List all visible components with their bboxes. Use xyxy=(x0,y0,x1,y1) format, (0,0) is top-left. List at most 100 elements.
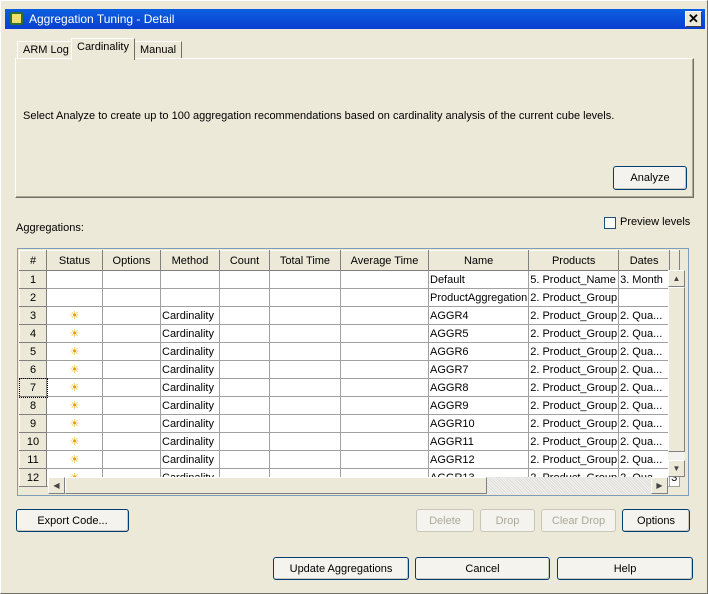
table-cell[interactable] xyxy=(269,342,341,361)
table-cell[interactable]: Default xyxy=(427,270,530,289)
table-cell[interactable] xyxy=(340,360,429,379)
table-cell[interactable] xyxy=(102,378,161,397)
table-cell[interactable]: Cardinality xyxy=(160,432,220,451)
table-cell[interactable] xyxy=(219,414,270,433)
column-header[interactable]: Products xyxy=(528,250,620,271)
column-header[interactable]: Dates xyxy=(618,250,671,271)
close-button[interactable]: ✕ xyxy=(685,11,702,27)
table-cell[interactable] xyxy=(102,288,161,307)
table-cell[interactable]: 2. Qua... xyxy=(618,342,671,361)
column-header[interactable] xyxy=(669,250,681,271)
scroll-up-icon[interactable]: ▲ xyxy=(668,270,685,287)
table-row[interactable]: 9 ☀ Cardinality AGGR10 2. Product_Group 2. Qu… xyxy=(19,414,681,433)
table-cell[interactable] xyxy=(219,360,270,379)
row-header[interactable]: 6 xyxy=(19,360,47,379)
table-cell[interactable] xyxy=(102,360,161,379)
sun-icon[interactable]: ☀ xyxy=(46,432,103,451)
table-cell[interactable]: 2. Qua... xyxy=(618,396,671,415)
table-cell[interactable] xyxy=(102,270,161,289)
table-cell[interactable] xyxy=(340,414,429,433)
column-header[interactable]: Method xyxy=(160,250,220,271)
table-cell[interactable] xyxy=(102,450,161,469)
vertical-scrollbar[interactable]: ▲ ▼ xyxy=(668,270,685,477)
horizontal-scrollbar[interactable]: ◀ ▶ xyxy=(48,477,668,494)
table-cell[interactable]: 2. Product_Group xyxy=(528,378,620,397)
table-cell[interactable] xyxy=(269,378,341,397)
table-cell[interactable]: 2. Product_Group xyxy=(528,306,620,325)
table-cell[interactable] xyxy=(340,378,429,397)
table-cell[interactable] xyxy=(102,414,161,433)
table-cell[interactable] xyxy=(102,324,161,343)
row-header[interactable]: 9 xyxy=(19,414,47,433)
table-cell[interactable] xyxy=(340,288,429,307)
drop-button[interactable]: Drop xyxy=(480,509,535,532)
table-cell[interactable]: Cardinality xyxy=(160,396,220,415)
column-header[interactable]: Name xyxy=(427,250,530,271)
table-cell[interactable]: AGGR7 xyxy=(427,360,530,379)
table-cell[interactable] xyxy=(340,306,429,325)
table-cell[interactable] xyxy=(102,306,161,325)
delete-button[interactable]: Delete xyxy=(416,509,474,532)
column-header[interactable]: Count xyxy=(219,250,270,271)
table-cell[interactable] xyxy=(618,288,671,307)
column-header[interactable]: Status xyxy=(46,250,103,271)
table-cell[interactable]: AGGR5 xyxy=(427,324,530,343)
table-cell[interactable]: 5. Product_Name xyxy=(528,270,620,289)
table-cell[interactable] xyxy=(269,306,341,325)
status-cell[interactable] xyxy=(46,270,103,289)
table-cell[interactable] xyxy=(219,324,270,343)
table-cell[interactable]: AGGR10 xyxy=(427,414,530,433)
table-cell[interactable]: AGGR9 xyxy=(427,396,530,415)
table-cell[interactable]: AGGR12 xyxy=(427,450,530,469)
table-row[interactable]: 8 ☀ Cardinality AGGR9 2. Product_Group 2. Qua… xyxy=(19,396,681,415)
aggregations-grid[interactable]: # Status Options Method Count Total Time Avera… xyxy=(17,248,689,496)
row-header[interactable]: 12 xyxy=(19,468,47,487)
options-button[interactable]: Options xyxy=(622,509,690,532)
column-header[interactable]: # xyxy=(19,250,47,271)
sun-icon[interactable]: ☀ xyxy=(46,306,103,325)
table-cell[interactable] xyxy=(340,324,429,343)
table-cell[interactable]: 2. Qua... xyxy=(618,360,671,379)
table-row[interactable]: 6 ☀ Cardinality AGGR7 2. Product_Group 2. Qua… xyxy=(19,360,681,379)
tab-manual[interactable]: Manual xyxy=(134,41,183,59)
row-header[interactable]: 2 xyxy=(19,288,47,307)
table-cell[interactable] xyxy=(269,270,341,289)
table-cell[interactable] xyxy=(219,288,270,307)
table-cell[interactable]: AGGR6 xyxy=(427,342,530,361)
clear-drop-button[interactable]: Clear Drop xyxy=(541,509,616,532)
table-cell[interactable] xyxy=(160,288,220,307)
column-header[interactable]: Total Time xyxy=(269,250,341,271)
table-cell[interactable] xyxy=(269,324,341,343)
table-cell[interactable]: 2. Product_Group xyxy=(528,396,620,415)
help-button[interactable]: Help xyxy=(557,557,693,580)
sun-icon[interactable]: ☀ xyxy=(46,342,103,361)
table-cell[interactable]: 2. Qua... xyxy=(618,324,671,343)
sun-icon[interactable]: ☀ xyxy=(46,450,103,469)
table-cell[interactable]: Cardinality xyxy=(160,360,220,379)
table-cell[interactable] xyxy=(219,432,270,451)
table-cell[interactable] xyxy=(269,432,341,451)
table-row[interactable]: 10 ☀ Cardinality AGGR11 2. Product_Group 2. Q… xyxy=(19,432,681,451)
analyze-button[interactable]: Analyze xyxy=(613,166,687,190)
cancel-button[interactable]: Cancel xyxy=(415,557,550,580)
row-header[interactable]: 3 xyxy=(19,306,47,325)
table-cell[interactable]: 2. Qua... xyxy=(618,450,671,469)
row-header[interactable]: 5 xyxy=(19,342,47,361)
sun-icon[interactable]: ☀ xyxy=(46,324,103,343)
table-cell[interactable] xyxy=(102,396,161,415)
update-aggregations-button[interactable]: Update Aggregations xyxy=(273,557,409,580)
vertical-scroll-thumb[interactable] xyxy=(668,287,685,452)
table-cell[interactable]: AGGR8 xyxy=(427,378,530,397)
column-header[interactable]: Options xyxy=(102,250,161,271)
table-row[interactable]: 5 ☀ Cardinality AGGR6 2. Product_Group 2. Qua… xyxy=(19,342,681,361)
table-cell[interactable]: Cardinality xyxy=(160,342,220,361)
table-cell[interactable] xyxy=(160,270,220,289)
table-cell[interactable] xyxy=(269,360,341,379)
table-cell[interactable] xyxy=(219,342,270,361)
table-cell[interactable] xyxy=(219,396,270,415)
table-cell[interactable] xyxy=(219,378,270,397)
table-cell[interactable] xyxy=(340,396,429,415)
table-cell[interactable] xyxy=(102,432,161,451)
row-header[interactable]: 11 xyxy=(19,450,47,469)
table-cell[interactable] xyxy=(269,288,341,307)
